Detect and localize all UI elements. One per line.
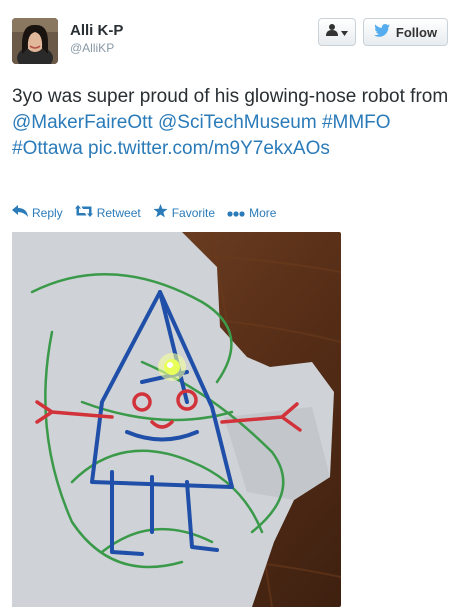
more-dots-icon xyxy=(227,206,245,220)
twitter-bird-icon xyxy=(373,24,390,40)
tweet-photo[interactable] xyxy=(12,232,341,607)
follow-button[interactable]: Follow xyxy=(363,18,448,46)
retweet-button[interactable]: Retweet xyxy=(74,205,141,220)
user-name[interactable]: Alli K-P xyxy=(70,22,123,39)
tweet-text-plain: 3yo was super proud of his glowing-nose … xyxy=(12,86,449,107)
user-handle[interactable]: @AlliKP xyxy=(70,41,114,55)
more-button[interactable]: More xyxy=(227,206,276,220)
reply-icon xyxy=(12,205,28,220)
avatar[interactable] xyxy=(12,18,58,64)
tweet-actions: Reply Retweet Favorite More xyxy=(12,204,288,221)
follow-label: Follow xyxy=(395,24,438,40)
star-icon xyxy=(153,204,168,221)
favorite-button[interactable]: Favorite xyxy=(153,204,215,221)
user-icon xyxy=(326,23,338,41)
reply-label: Reply xyxy=(32,205,63,220)
retweet-label: Retweet xyxy=(96,205,141,220)
more-label: More xyxy=(249,205,277,220)
tweet-text: 3yo was super proud of his glowing-nose … xyxy=(12,84,457,162)
mention-link[interactable]: @MakerFaireOtt xyxy=(12,112,153,133)
chevron-down-icon xyxy=(341,23,348,41)
hashtag-link[interactable]: #MMFO xyxy=(322,112,391,133)
reply-button[interactable]: Reply xyxy=(12,205,63,220)
hashtag-link[interactable]: #Ottawa xyxy=(12,138,83,159)
user-actions-button[interactable] xyxy=(318,18,356,46)
favorite-label: Favorite xyxy=(171,205,216,220)
retweet-icon xyxy=(74,205,93,220)
media-link[interactable]: pic.twitter.com/m9Y7ekxAOs xyxy=(88,138,330,159)
mention-link[interactable]: @SciTechMuseum xyxy=(158,112,317,133)
